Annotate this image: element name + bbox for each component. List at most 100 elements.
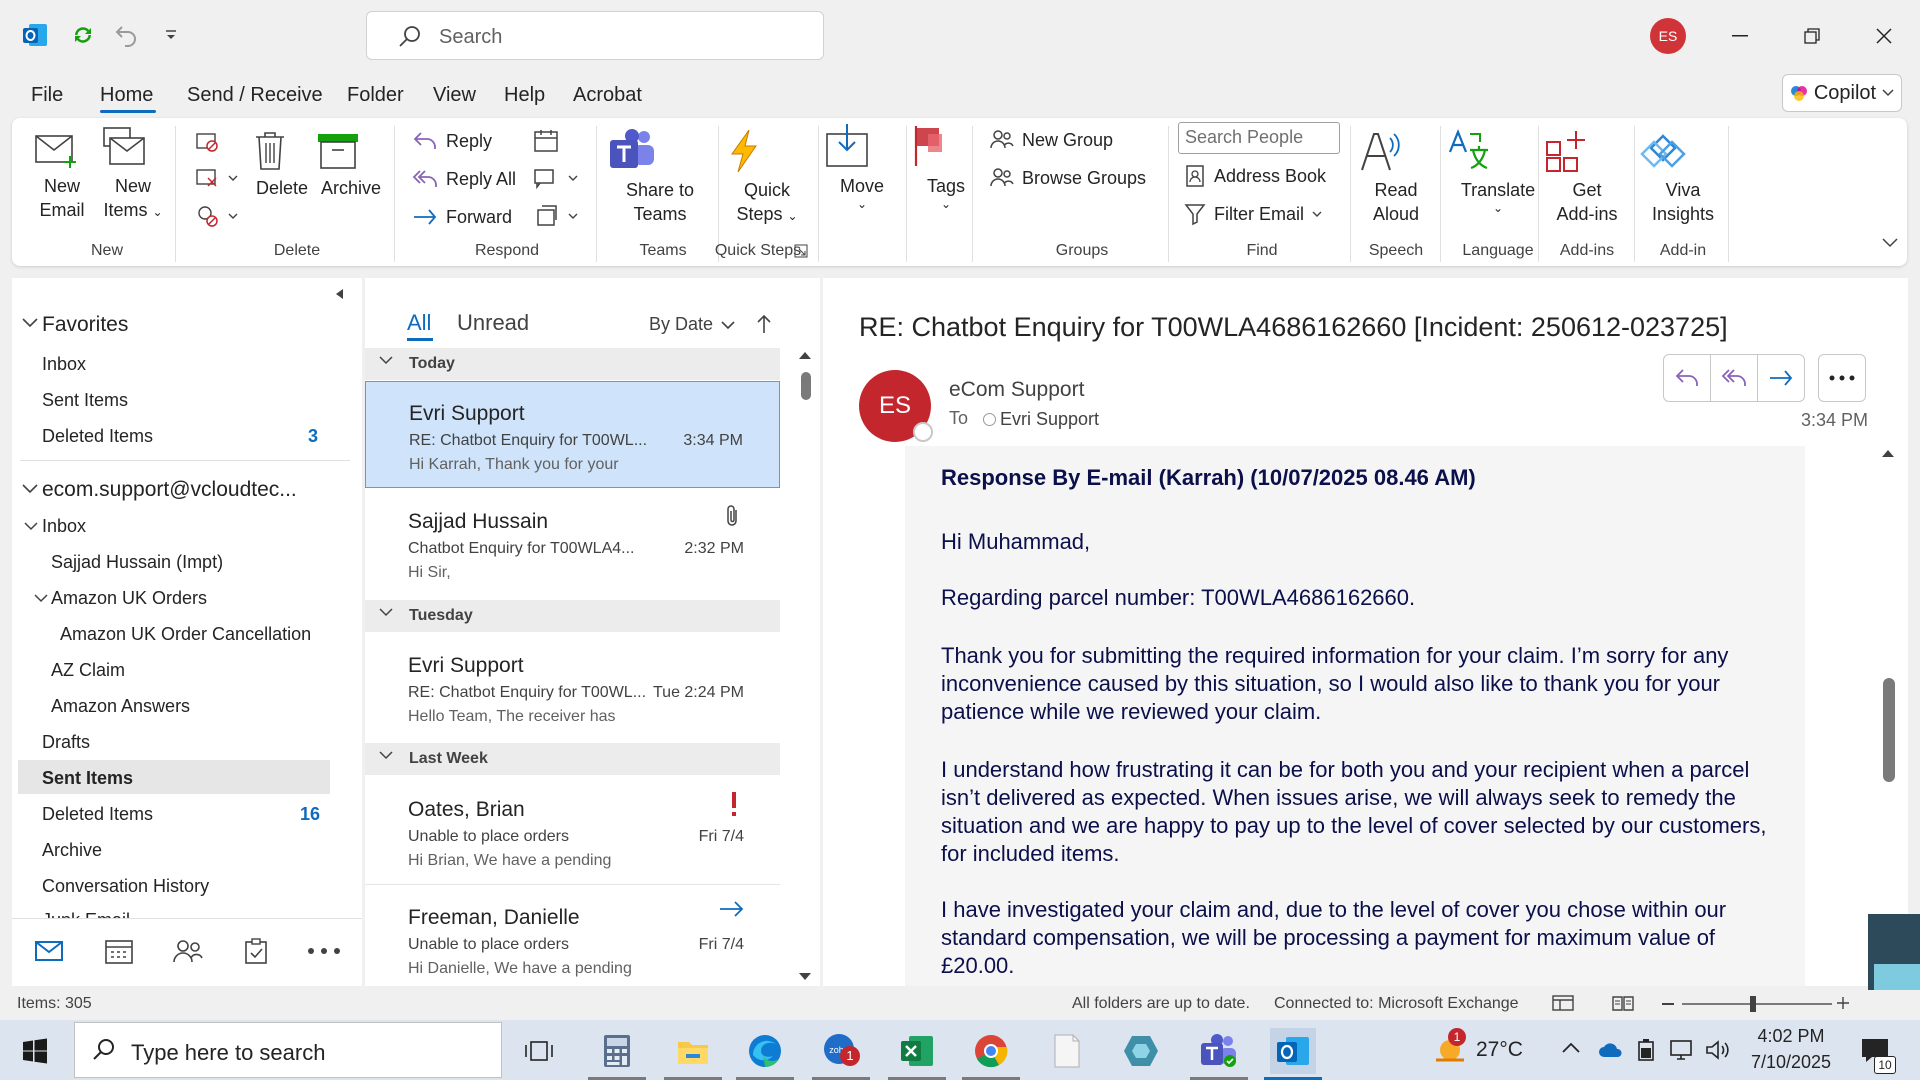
dialog-launcher-icon[interactable]	[794, 244, 808, 258]
scroll-up-icon[interactable]	[1877, 446, 1899, 460]
sender-name[interactable]: eCom Support	[949, 378, 1084, 402]
network-icon[interactable]	[1668, 1038, 1694, 1062]
undo-icon[interactable]	[112, 20, 142, 50]
windows-start-icon[interactable]	[22, 1038, 48, 1064]
list-scrollbar[interactable]	[795, 348, 815, 984]
chevron-up-icon[interactable]	[1562, 1042, 1580, 1054]
zoom-out-icon[interactable]	[1662, 1003, 1674, 1005]
zoom-in-icon[interactable]	[1836, 996, 1850, 1010]
sort-direction-icon[interactable]	[757, 314, 771, 334]
notepad-app-icon[interactable]	[1044, 1028, 1090, 1074]
mail-icon[interactable]	[34, 939, 64, 963]
nav-fav-sent[interactable]: Sent Items	[42, 390, 128, 411]
onedrive-icon[interactable]	[1598, 1042, 1624, 1058]
chevron-down-icon[interactable]	[22, 484, 38, 494]
scroll-thumb[interactable]	[801, 372, 811, 400]
calculator-app-icon[interactable]	[594, 1028, 640, 1074]
search-input[interactable]: Search	[366, 11, 824, 60]
minimize-icon[interactable]	[1720, 18, 1760, 54]
reply-all-button[interactable]: Reply All	[412, 168, 516, 190]
tasks-icon[interactable]	[242, 937, 270, 965]
nav-amazon-cancel[interactable]: Amazon UK Order Cancellation	[60, 624, 311, 645]
new-items-button[interactable]: New Items ⌄	[100, 126, 166, 224]
menu-folder[interactable]: Folder	[347, 84, 404, 107]
translate-button[interactable]: Translate ⌄	[1446, 128, 1550, 214]
scroll-thumb[interactable]	[1883, 678, 1895, 782]
menu-acrobat[interactable]: Acrobat	[573, 84, 642, 107]
teams-app-icon[interactable]	[1196, 1028, 1242, 1074]
nav-sent[interactable]: Sent Items	[42, 768, 133, 789]
menu-file[interactable]: File	[31, 84, 63, 107]
recipient[interactable]: Evri Support	[983, 409, 1099, 430]
reply-button[interactable]: Reply	[412, 130, 492, 152]
tab-unread[interactable]: Unread	[457, 310, 529, 336]
customize-toolbar-icon[interactable]	[156, 20, 186, 50]
edge-browser-icon[interactable]	[742, 1028, 788, 1074]
more-apps-icon[interactable]	[307, 947, 341, 955]
junk-button[interactable]	[194, 204, 238, 228]
quick-steps-button[interactable]: Quick Steps ⌄	[724, 128, 810, 228]
menu-send-receive[interactable]: Send / Receive	[187, 84, 323, 107]
nav-amazon-answers[interactable]: Amazon Answers	[51, 696, 190, 717]
zoom-slider-thumb[interactable]	[1750, 996, 1756, 1012]
browse-groups-button[interactable]: Browse Groups	[990, 166, 1146, 190]
group-header-tuesday[interactable]: Tuesday	[365, 600, 780, 632]
scroll-up-icon[interactable]	[795, 348, 815, 362]
chevron-down-icon[interactable]	[24, 522, 38, 531]
nav-drafts[interactable]: Drafts	[42, 732, 90, 753]
task-view-icon[interactable]	[516, 1028, 562, 1074]
more-respond-button[interactable]	[532, 204, 578, 228]
zoom-slider[interactable]	[1682, 1003, 1832, 1005]
taskbar-search-input[interactable]: Type here to search	[74, 1022, 502, 1078]
read-aloud-button[interactable]: Read Aloud	[1356, 128, 1436, 226]
nav-fav-deleted[interactable]: Deleted Items	[42, 426, 153, 447]
list-item[interactable]: Evri Support RE: Chatbot Enquiry for T00…	[365, 634, 780, 738]
list-item[interactable]: Oates, Brian Unable to place orders Fri …	[365, 778, 780, 882]
normal-view-icon[interactable]	[1552, 994, 1574, 1012]
nav-inbox[interactable]: Inbox	[42, 516, 86, 537]
new-email-button[interactable]: New Email	[34, 130, 90, 222]
nav-archive[interactable]: Archive	[42, 840, 102, 861]
user-avatar[interactable]: ES	[1650, 18, 1686, 54]
reading-scrollbar[interactable]	[1877, 446, 1899, 986]
calendar-icon[interactable]	[104, 937, 134, 965]
ribbon-collapse-icon[interactable]	[1882, 238, 1898, 248]
nav-sajjad[interactable]: Sajjad Hussain (Impt)	[51, 552, 223, 573]
menu-view[interactable]: View	[433, 84, 476, 107]
address-book-button[interactable]: Address Book	[1184, 164, 1326, 188]
nav-conversation-history[interactable]: Conversation History	[42, 876, 209, 897]
move-button[interactable]: Move ⌄	[824, 122, 900, 210]
close-icon[interactable]	[1864, 18, 1904, 54]
chrome-browser-icon[interactable]	[968, 1028, 1014, 1074]
restore-icon[interactable]	[1792, 18, 1832, 54]
more-actions-button[interactable]	[1818, 354, 1866, 402]
chevron-down-icon[interactable]	[22, 318, 38, 328]
list-item[interactable]: Freeman, Danielle Unable to place orders…	[365, 886, 780, 986]
chevron-down-icon[interactable]	[34, 594, 48, 603]
clock-date[interactable]: 7/10/2025	[1746, 1052, 1836, 1073]
list-item[interactable]: Evri Support RE: Chatbot Enquiry for T00…	[365, 381, 780, 488]
tab-all[interactable]: All	[407, 310, 431, 336]
forward-button[interactable]	[1757, 354, 1805, 402]
get-addins-button[interactable]: Get Add-ins	[1544, 128, 1630, 226]
nav-deleted[interactable]: Deleted Items	[42, 804, 153, 825]
meeting-button[interactable]	[532, 128, 560, 154]
filter-email-button[interactable]: Filter Email	[1184, 202, 1322, 226]
clock-time[interactable]: 4:02 PM	[1746, 1026, 1836, 1047]
copilot-button[interactable]: Copilot	[1782, 74, 1902, 112]
sort-dropdown[interactable]: By Date	[649, 314, 735, 335]
delete-button[interactable]: Delete	[252, 130, 312, 200]
scroll-down-icon[interactable]	[795, 970, 815, 984]
excel-app-icon[interactable]	[894, 1028, 940, 1074]
battery-icon[interactable]	[1634, 1038, 1658, 1062]
favorites-header[interactable]: Favorites	[42, 313, 128, 337]
temperature[interactable]: 27°C	[1476, 1038, 1523, 1062]
nav-az-claim[interactable]: AZ Claim	[51, 660, 125, 681]
account-header[interactable]: ecom.support@vcloudtec...	[42, 478, 297, 502]
menu-home[interactable]: Home	[100, 84, 153, 107]
collapse-pane-icon[interactable]	[334, 288, 344, 300]
im-button[interactable]	[532, 166, 578, 190]
clean-up-button[interactable]	[194, 166, 238, 190]
people-icon[interactable]	[172, 937, 204, 965]
group-header-today[interactable]: Today	[365, 348, 780, 380]
